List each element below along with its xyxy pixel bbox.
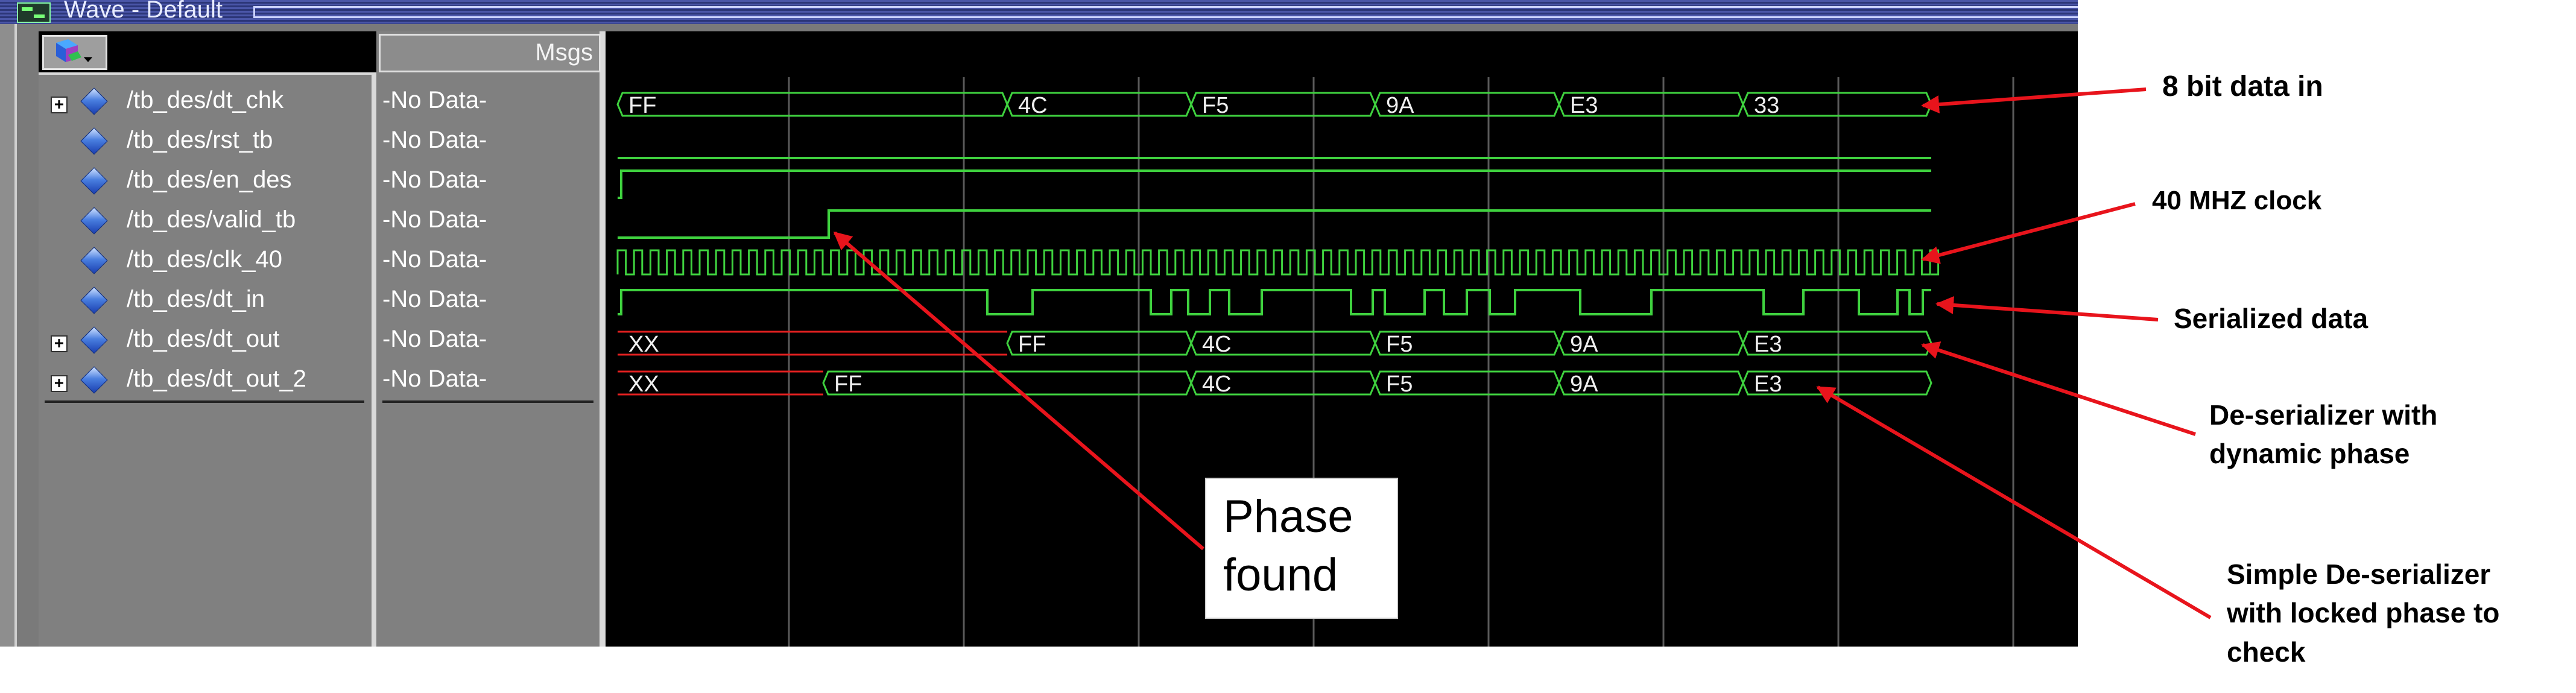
annotation-arrow [1921,341,2196,436]
waveform-grid [788,77,2014,647]
bus-value-label: FF [1018,332,1046,357]
bus-value-label: E3 [1570,93,1598,118]
bus-dt-chk: FF 4C F5 9A E3 33 [616,92,1932,118]
bus-value-label: E3 [1754,332,1782,357]
bus-value-label: F5 [1386,372,1413,397]
bus-dt-out: XX FF 4C F5 9A E3 [618,331,1932,357]
annotation-arrow [1935,296,2159,321]
annotation-arrow [1921,87,2147,113]
bus-dt-out-2: XX FF 4C F5 9A E3 [618,370,1932,397]
bus-value-label: XX [628,372,659,397]
annotation-clock: 40 MHZ clock [2152,186,2322,215]
wave-valid-tb [618,209,1931,239]
annotation-deser-dynamic: De-serializer with dynamic phase [2209,399,2438,470]
annotation-arrow [833,231,1204,551]
phase-found-callout: Phase found [1205,478,1398,619]
wave-clk-40 [616,249,1940,276]
annotation-arrow [1921,202,2136,264]
bus-value-label: FF [834,372,862,397]
bus-value-label: E3 [1754,372,1782,397]
wave-dt-in [618,289,1931,315]
annotation-data-in: 8 bit data in [2162,71,2323,103]
bus-value-label: 9A [1570,372,1598,397]
bus-value-label: 4C [1202,332,1232,357]
bus-value-label: 33 [1754,93,1779,118]
waveforms: FF 4C F5 9A E3 33 XX FF 4C F5 9A E3 XX FF 4C F5 9A E3 [616,92,1940,397]
wave-en-des [618,169,1931,199]
bus-segment [616,92,1008,117]
annotation-deser-simple: Simple De-serializer with locked phase t… [2227,559,2500,668]
bus-value-label: XX [628,332,659,357]
annotation-serialized: Serialized data [2174,303,2369,334]
bus-value-label: 9A [1570,332,1598,357]
bus-value-label: 4C [1018,93,1048,118]
bus-value-label: F5 [1202,93,1229,118]
bus-value-label: F5 [1386,332,1413,357]
bus-value-label: 9A [1386,93,1414,118]
phase-found-label: Phase found [1223,491,1353,601]
bus-value-label: 4C [1202,372,1232,397]
bus-value-label: FF [628,93,656,118]
